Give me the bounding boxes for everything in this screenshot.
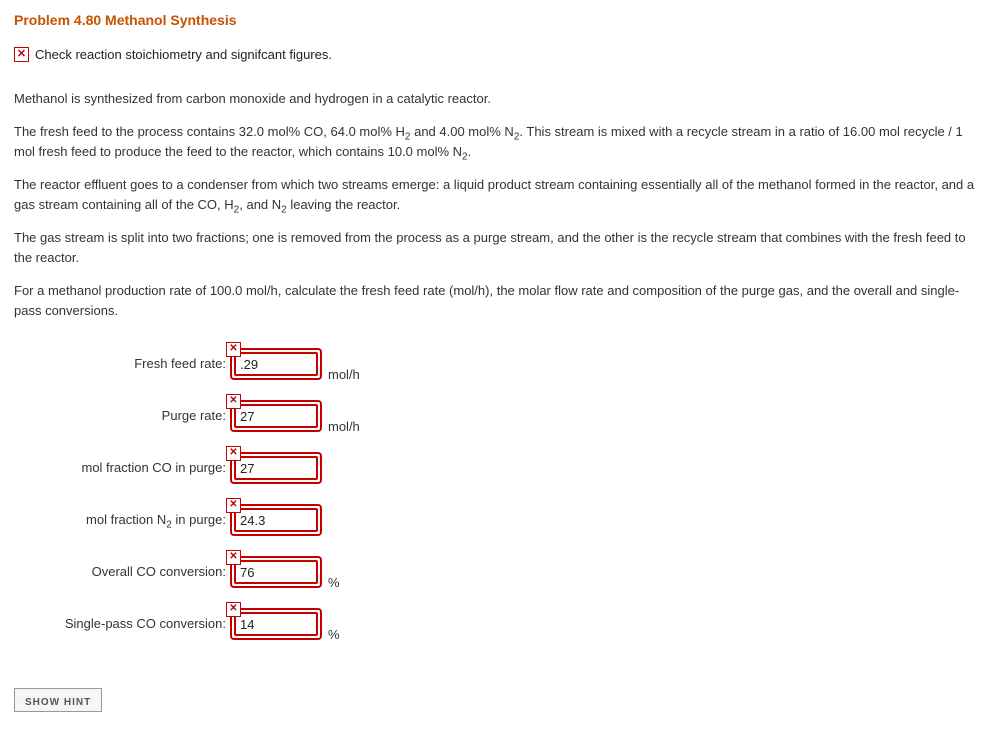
text-fragment: , and N — [239, 197, 281, 212]
mol-fraction-co-input[interactable] — [234, 456, 318, 480]
answer-field: ✕ — [230, 400, 322, 432]
overall-co-conversion-input[interactable] — [234, 560, 318, 584]
problem-title: Problem 4.80 Methanol Synthesis — [14, 10, 985, 31]
answer-unit: mol/h — [322, 417, 360, 443]
text-fragment: . — [468, 144, 472, 159]
incorrect-icon: ✕ — [226, 342, 241, 357]
paragraph-2: The fresh feed to the process contains 3… — [14, 122, 985, 161]
feedback-row: ✕ Check reaction stoichiometry and signi… — [14, 45, 985, 65]
answer-label: Overall CO conversion: — [18, 562, 230, 582]
answer-row: mol fraction CO in purge:✕ — [18, 442, 985, 494]
answer-unit — [322, 540, 328, 546]
answer-field: ✕ — [230, 556, 322, 588]
answer-row: Purge rate:✕mol/h — [18, 390, 985, 442]
answer-unit: % — [322, 625, 340, 651]
paragraph-3: The reactor effluent goes to a condenser… — [14, 175, 985, 214]
paragraph-1: Methanol is synthesized from carbon mono… — [14, 89, 985, 109]
single-pass-co-conversion-input[interactable] — [234, 612, 318, 636]
answer-row: mol fraction N2 in purge:✕ — [18, 494, 985, 546]
answer-field: ✕ — [230, 452, 322, 484]
purge-rate-input[interactable] — [234, 404, 318, 428]
feedback-message: Check reaction stoichiometry and signifc… — [35, 45, 332, 65]
answer-field: ✕ — [230, 348, 322, 380]
show-hint-button[interactable]: SHOW HINT — [14, 688, 102, 712]
answers-block: Fresh feed rate:✕mol/hPurge rate:✕mol/hm… — [18, 338, 985, 650]
answer-label: mol fraction N2 in purge: — [18, 510, 230, 530]
answer-unit: mol/h — [322, 365, 360, 391]
answer-unit — [322, 488, 328, 494]
answer-label: mol fraction CO in purge: — [18, 458, 230, 478]
answer-label: Single-pass CO conversion: — [18, 614, 230, 634]
mol-fraction-n2-input[interactable] — [234, 508, 318, 532]
fresh-feed-rate-input[interactable] — [234, 352, 318, 376]
incorrect-icon: ✕ — [14, 47, 29, 62]
answer-unit: % — [322, 573, 340, 599]
text-fragment: The reactor effluent goes to a condenser… — [14, 177, 974, 212]
incorrect-icon: ✕ — [226, 394, 241, 409]
incorrect-icon: ✕ — [226, 498, 241, 513]
answer-row: Single-pass CO conversion:✕% — [18, 598, 985, 650]
answer-field: ✕ — [230, 504, 322, 536]
answer-field: ✕ — [230, 608, 322, 640]
incorrect-icon: ✕ — [226, 550, 241, 565]
text-fragment: The fresh feed to the process contains 3… — [14, 124, 405, 139]
answer-row: Fresh feed rate:✕mol/h — [18, 338, 985, 390]
incorrect-icon: ✕ — [226, 602, 241, 617]
incorrect-icon: ✕ — [226, 446, 241, 461]
text-fragment: and 4.00 mol% N — [410, 124, 513, 139]
text-fragment: leaving the reactor. — [287, 197, 400, 212]
paragraph-4: The gas stream is split into two fractio… — [14, 228, 985, 267]
answer-label: Purge rate: — [18, 406, 230, 426]
paragraph-5: For a methanol production rate of 100.0 … — [14, 281, 985, 320]
answer-row: Overall CO conversion:✕% — [18, 546, 985, 598]
answer-label: Fresh feed rate: — [18, 354, 230, 374]
